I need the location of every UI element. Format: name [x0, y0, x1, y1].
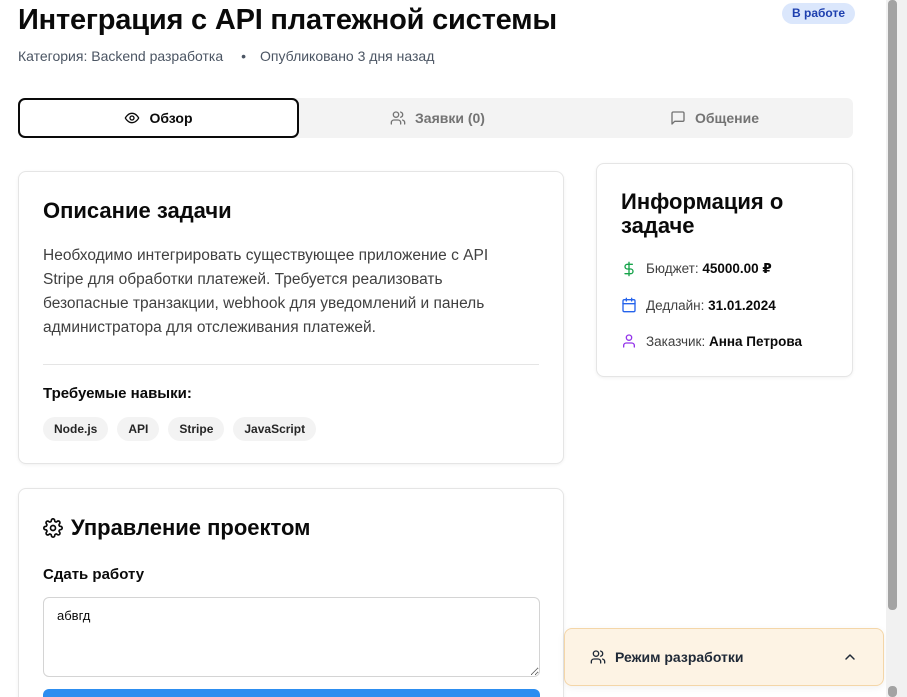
- description-card: Описание задачи Необходимо интегрировать…: [18, 171, 564, 464]
- budget-label: Бюджет:: [646, 261, 699, 276]
- tab-chat[interactable]: Общение: [576, 98, 853, 138]
- skill-chip: API: [117, 417, 160, 441]
- tab-overview-label: Обзор: [149, 110, 193, 126]
- description-text: Необходимо интегрировать существующее пр…: [43, 247, 489, 336]
- client-label: Заказчик:: [646, 333, 706, 349]
- gear-icon: [43, 518, 63, 538]
- skill-chip: Stripe: [168, 417, 225, 441]
- client-row: Заказчик: Анна Петрова: [621, 333, 802, 349]
- user-icon: [623, 334, 635, 348]
- scrollbar-thumb[interactable]: [888, 0, 897, 610]
- info-title: Информация о задаче: [621, 189, 784, 238]
- meta-row: Категория: Backend разработка • Опублико…: [18, 48, 434, 64]
- dev-mode-label: Режим разработки: [615, 649, 744, 665]
- tab-chat-label: Общение: [695, 110, 759, 126]
- client-value: Анна Петрова: [708, 333, 803, 349]
- dollar-icon: [624, 261, 634, 277]
- submit-textarea[interactable]: абвгд: [43, 597, 540, 677]
- info-card: Информация о задаче Бюджет: 45000.00 ₽ Д…: [596, 163, 853, 377]
- submit-button[interactable]: [43, 689, 540, 697]
- eye-icon: [125, 112, 140, 124]
- budget-row: Бюджет: 45000.00 ₽: [621, 261, 772, 277]
- calendar-icon: [622, 297, 636, 313]
- management-title-row: Управление проектом: [43, 515, 310, 541]
- tab-applications-label: Заявки (0): [415, 110, 485, 126]
- dev-mode-panel[interactable]: Режим разработки: [564, 628, 884, 686]
- scrollbar-end: [888, 686, 897, 697]
- management-card: Управление проектом Сдать работу абвгд: [18, 488, 564, 697]
- description-title: Описание задачи: [43, 198, 232, 223]
- users-icon: [390, 111, 406, 125]
- users-icon: [590, 650, 606, 664]
- page-title: Интеграция с API платежной системы: [18, 4, 557, 36]
- skills-list: Node.js API Stripe JavaScript: [43, 417, 317, 441]
- meta-separator: •: [241, 48, 247, 64]
- divider: [43, 364, 539, 365]
- deadline-row: Дедлайн: 31.01.2024: [621, 297, 776, 313]
- tab-overview[interactable]: Обзор: [18, 98, 299, 138]
- published-text: Опубликовано 3 дня назад: [260, 48, 435, 64]
- submit-label: Сдать работу: [43, 566, 145, 583]
- tab-bar: Обзор Заявки (0) Общение: [18, 98, 853, 138]
- management-title: Управление проектом: [71, 515, 311, 540]
- tab-applications[interactable]: Заявки (0): [299, 98, 576, 138]
- skill-chip: Node.js: [43, 417, 109, 441]
- message-icon: [671, 111, 685, 125]
- deadline-value: 31.01.2024: [708, 297, 776, 313]
- skill-chip: JavaScript: [233, 417, 317, 441]
- chevron-up-icon[interactable]: [842, 649, 858, 665]
- budget-value: 45000.00 ₽: [702, 261, 772, 276]
- deadline-label: Дедлайн:: [646, 297, 705, 313]
- category-text: Категория: Backend разработка: [18, 48, 224, 64]
- skills-label: Требуемые навыки:: [43, 385, 192, 402]
- status-badge: В работе: [782, 3, 855, 24]
